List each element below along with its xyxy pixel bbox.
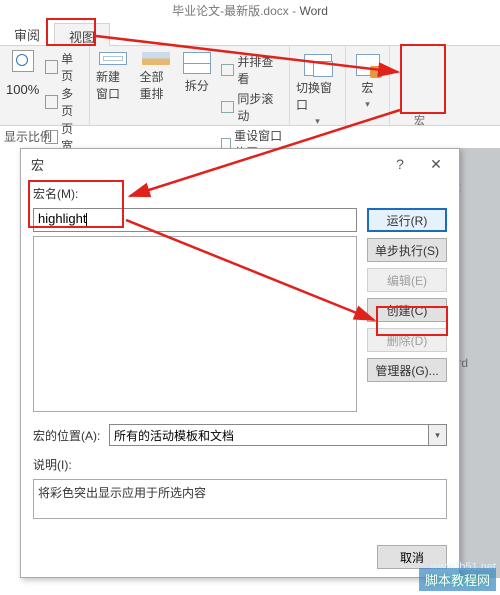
dialog-title: 宏 [31, 155, 44, 174]
title-bar: 毕业论文-最新版.docx - Word [0, 0, 500, 22]
doc-name: 毕业论文-最新版.docx [172, 4, 289, 18]
split-icon [183, 52, 211, 74]
switch-window-button[interactable]: 切换窗口 ▾ [296, 50, 339, 127]
dialog-titlebar[interactable]: 宏 ? ✕ [21, 149, 459, 179]
chevron-down-icon: ▾ [429, 424, 447, 446]
group-zoom: 100% 单页 多页 页宽 [0, 46, 90, 125]
macro-name-label: 宏名(M): [33, 185, 447, 202]
dialog-close-button[interactable]: ✕ [419, 153, 453, 175]
macro-location-combo[interactable]: 所有的活动模板和文档 ▾ [109, 424, 447, 446]
macro-location-label: 宏的位置(A): [33, 427, 101, 444]
run-button[interactable]: 运行(R) [367, 208, 447, 232]
macro-dialog: 宏 ? ✕ 宏名(M): highlight 运行(R) 单步执行(S) 编辑(… [20, 148, 460, 578]
app-name: Word [299, 4, 327, 18]
chevron-down-icon: ▾ [365, 99, 370, 110]
switch-window-icon [304, 54, 332, 76]
macro-listbox[interactable] [33, 236, 357, 412]
group-label-macro: 宏 [414, 112, 425, 128]
organizer-button[interactable]: 管理器(G)... [367, 358, 447, 382]
step-into-button[interactable]: 单步执行(S) [367, 238, 447, 262]
delete-button: 删除(D) [367, 328, 447, 352]
arrange-all-icon [142, 52, 170, 65]
chevron-down-icon: ▾ [315, 116, 320, 127]
split-button[interactable]: 拆分 [183, 50, 211, 102]
group-window: 新建窗口 全部重排 拆分 并排查看 同步滚动 重设窗口位置 [90, 46, 290, 125]
side-by-side-button[interactable]: 并排查看 [221, 53, 283, 87]
zoom-icon[interactable] [12, 50, 34, 72]
sync-scroll-icon [221, 101, 234, 113]
new-window-button[interactable]: 新建窗口 [96, 50, 129, 102]
tab-view[interactable]: 视图 [54, 23, 110, 46]
macro-icon [356, 54, 380, 76]
tab-review[interactable]: 审阅 [0, 22, 54, 45]
macros-button[interactable]: 宏 ▾ [352, 50, 383, 110]
description-text: 将彩色突出显示应用于所选内容 [33, 479, 447, 519]
description-label: 说明(I): [33, 456, 447, 473]
group-switch-window: 切换窗口 ▾ [290, 46, 346, 125]
edit-button: 编辑(E) [367, 268, 447, 292]
side-by-side-icon [221, 64, 234, 76]
create-button[interactable]: 创建(C) [367, 298, 447, 322]
macro-name-input[interactable]: highlight [33, 208, 357, 232]
multi-page-icon [45, 95, 58, 109]
zoom-single-page[interactable]: 单页 [45, 50, 83, 84]
single-page-icon [45, 60, 58, 74]
zoom-percent[interactable]: 100% [6, 82, 39, 97]
sync-scroll-button[interactable]: 同步滚动 [221, 90, 283, 124]
dialog-help-button[interactable]: ? [383, 153, 417, 175]
arrange-all-button[interactable]: 全部重排 [139, 50, 172, 102]
zoom-multi-page[interactable]: 多页 [45, 85, 83, 119]
new-window-icon [99, 52, 127, 65]
group-macros: 宏 ▾ [346, 46, 390, 125]
ribbon-tabs: 审阅 视图 [0, 22, 500, 46]
watermark-text: 脚本教程网 [419, 568, 496, 591]
ribbon: 100% 单页 多页 页宽 新建窗口 全部重排 拆分 并排查 [0, 46, 500, 126]
